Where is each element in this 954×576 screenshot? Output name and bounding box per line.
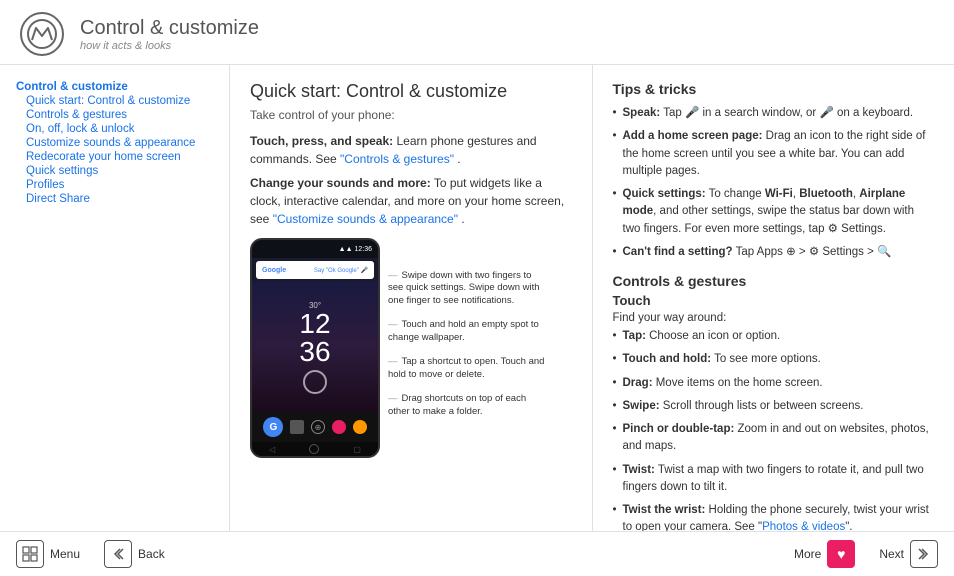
annotation-shortcut: Tap a shortcut to open. Touch and hold t…	[388, 356, 548, 381]
phone-app-icon-2	[332, 420, 346, 434]
bullet-sounds-end: .	[461, 212, 464, 226]
phone-annotations: Swipe down with two fingers to see quick…	[388, 238, 548, 458]
phone-app-icon-3	[353, 420, 367, 434]
photos-videos-link[interactable]: Photos & videos	[762, 521, 845, 531]
ctrl-swipe: Swipe: Scroll through lists or between s…	[613, 398, 935, 415]
sidebar-item-quick-start[interactable]: Quick start: Control & customize	[16, 95, 213, 107]
motorola-logo	[20, 12, 64, 56]
page-header: Control & customize how it acts & looks	[0, 0, 954, 65]
ctrl-twist-wrist: Twist the wrist: Holding the phone secur…	[613, 502, 935, 531]
center-section-title: Quick start: Control & customize	[250, 81, 572, 102]
tip-qs-bold: Quick settings:	[623, 188, 706, 200]
menu-label: Menu	[50, 547, 80, 561]
phone-home-nav	[309, 444, 319, 454]
phone-time-display: ▲▲ 12:36	[339, 246, 372, 253]
more-label: More	[794, 547, 821, 561]
right-content: Tips & tricks Speak: Tap 🎤 in a search w…	[593, 65, 954, 531]
touch-subtitle: Touch	[613, 293, 935, 308]
header-text-block: Control & customize how it acts & looks	[80, 17, 259, 52]
page-subtitle: how it acts & looks	[80, 40, 259, 52]
tip-speak: Speak: Tap 🎤 in a search window, or 🎤 on…	[613, 105, 935, 122]
tip-cf-text: Tap Apps ⊕ > ⚙ Settings > 🔍	[736, 246, 892, 258]
sidebar: Control & customize Quick start: Control…	[0, 65, 230, 531]
more-icon-symbol: ♥	[837, 546, 845, 562]
next-icon	[910, 540, 938, 568]
next-label: Next	[879, 547, 904, 561]
more-icon: ♥	[827, 540, 855, 568]
phone-clock-hour: 12	[299, 310, 330, 338]
footer-right: More ♥ Next	[794, 540, 938, 568]
center-content: Quick start: Control & customize Take co…	[230, 65, 593, 531]
back-label: Back	[138, 547, 165, 561]
phone-back-nav: ◁	[269, 445, 275, 454]
tip-add-page-bold: Add a home screen page:	[623, 130, 763, 142]
sidebar-item-redecorate[interactable]: Redecorate your home screen	[16, 151, 213, 163]
footer: Menu Back More ♥ Next	[0, 531, 954, 576]
sidebar-item-customize-sounds[interactable]: Customize sounds & appearance	[16, 137, 213, 149]
center-section-intro: Take control of your phone:	[250, 108, 572, 122]
tip-add-page: Add a home screen page: Drag an icon to …	[613, 128, 935, 180]
sidebar-item-direct-share[interactable]: Direct Share	[16, 193, 213, 205]
sidebar-item-controls-gestures[interactable]: Controls & gestures	[16, 109, 213, 121]
annotation-swipe-down: Swipe down with two fingers to see quick…	[388, 270, 548, 307]
phone-screen: 30° 12 36	[252, 282, 378, 412]
center-bullets: Touch, press, and speak: Learn phone ges…	[250, 132, 572, 228]
ctrl-drag: Drag: Move items on the home screen.	[613, 375, 935, 392]
voice-search-icon: Say "Ok Google" 🎤	[314, 267, 368, 274]
more-button[interactable]: More ♥	[794, 540, 855, 568]
bullet-touch-bold: Touch, press, and speak:	[250, 134, 393, 148]
phone-google-app: G	[263, 417, 283, 437]
ctrl-twist: Twist: Twist a map with two fingers to r…	[613, 462, 935, 497]
annotation-drag: Drag shortcuts on top of each other to m…	[388, 393, 548, 418]
sidebar-item-profiles[interactable]: Profiles	[16, 179, 213, 191]
phone-recents-nav: ▢	[353, 445, 361, 454]
bullet-touch: Touch, press, and speak: Learn phone ges…	[250, 132, 572, 168]
ctrl-pinch: Pinch or double-tap: Zoom in and out on …	[613, 421, 935, 456]
phone-apps-icon: ⊕	[311, 420, 325, 434]
phone-mockup: ▲▲ 12:36 Google Say "Ok Google" 🎤 30° 12…	[250, 238, 380, 458]
sidebar-item-control-customize[interactable]: Control & customize	[16, 81, 213, 93]
tip-cf-bold: Can't find a setting?	[623, 246, 733, 258]
bullet-touch-end: .	[457, 152, 460, 166]
phone-nav-bar: ◁ ▢	[252, 442, 378, 456]
ctrl-touch-hold: Touch and hold: To see more options.	[613, 351, 935, 368]
sidebar-item-on-off-lock[interactable]: On, off, lock & unlock	[16, 123, 213, 135]
next-button[interactable]: Next	[879, 540, 938, 568]
phone-search-bar: Google Say "Ok Google" 🎤	[256, 261, 374, 279]
touch-intro: Find your way around:	[613, 312, 935, 324]
phone-status-bar: ▲▲ 12:36	[252, 240, 378, 258]
main-content: Control & customize Quick start: Control…	[0, 65, 954, 531]
phone-circle-widget	[299, 370, 330, 394]
phone-demo-container: ▲▲ 12:36 Google Say "Ok Google" 🎤 30° 12…	[250, 238, 572, 458]
tip-cant-find: Can't find a setting? Tap Apps ⊕ > ⚙ Set…	[613, 244, 935, 261]
bullet-sounds-bold: Change your sounds and more:	[250, 176, 431, 190]
controls-gestures-title: Controls & gestures	[613, 273, 935, 289]
menu-button[interactable]: Menu	[16, 540, 80, 568]
tips-title: Tips & tricks	[613, 81, 935, 97]
ctrl-tap: Tap: Choose an icon or option.	[613, 328, 935, 345]
bullet-sounds: Change your sounds and more: To put widg…	[250, 174, 572, 228]
bullet-touch-link[interactable]: "Controls & gestures"	[340, 152, 454, 166]
phone-app-tray: G ⊕	[252, 412, 378, 442]
menu-icon	[16, 540, 44, 568]
phone-clock-min: 36	[299, 338, 330, 366]
phone-app-icon-1	[290, 420, 304, 434]
google-logo: Google	[262, 267, 286, 274]
bullet-sounds-link[interactable]: "Customize sounds & appearance"	[273, 212, 458, 226]
tip-speak-bold: Speak:	[623, 107, 661, 119]
annotation-touch-hold: Touch and hold an empty spot to change w…	[388, 319, 548, 344]
tip-speak-text: Tap 🎤 in a search window, or 🎤 on a keyb…	[663, 107, 913, 119]
tip-quick-settings: Quick settings: To change Wi-Fi, Bluetoo…	[613, 186, 935, 238]
back-icon	[104, 540, 132, 568]
page-title: Control & customize	[80, 17, 259, 40]
back-button[interactable]: Back	[104, 540, 165, 568]
phone-time-widget: 30° 12 36	[299, 301, 330, 394]
sidebar-item-quick-settings[interactable]: Quick settings	[16, 165, 213, 177]
